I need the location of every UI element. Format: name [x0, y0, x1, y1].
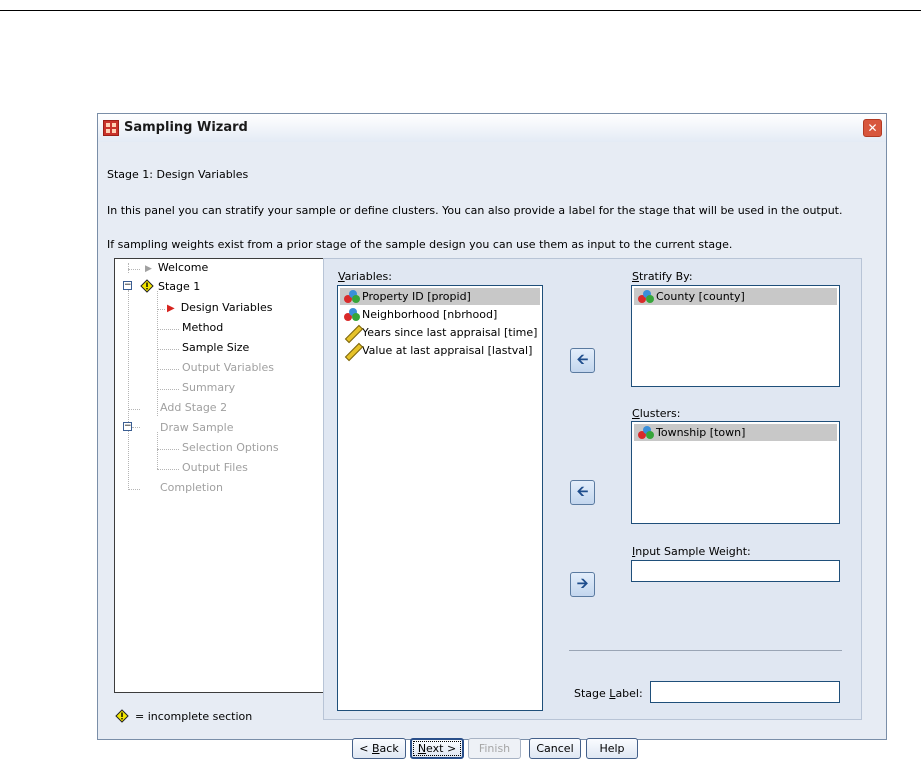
nominal-icon [344, 308, 360, 321]
stage-label-label: Stage Label: [574, 687, 643, 700]
spreadsheet-app-icon [103, 120, 119, 136]
scale-icon [344, 342, 364, 362]
tree-item-selection-options: Selection Options [182, 441, 279, 454]
stage-label-input[interactable] [650, 681, 840, 703]
help-button[interactable]: Help [586, 738, 638, 759]
nominal-icon [638, 290, 654, 303]
stratify-by-label: Stratify By: [632, 270, 693, 283]
tree-item-draw-sample: Draw Sample [160, 421, 234, 434]
separator [569, 650, 842, 651]
list-item[interactable]: Value at last appraisal [lastval] [340, 342, 540, 362]
scale-icon [344, 324, 364, 344]
tree-item-sample-size[interactable]: Sample Size [182, 341, 249, 354]
incomplete-legend: = incomplete section [115, 709, 252, 723]
move-to-weight-button[interactable]: 🡪 [570, 572, 595, 597]
move-to-clusters-button[interactable]: 🡨 [570, 480, 595, 505]
design-variables-panel: Variables: Property ID [propid] Neighbor… [323, 258, 862, 720]
tree-item-output-files: Output Files [182, 461, 248, 474]
weights-note: If sampling weights exist from a prior s… [107, 238, 733, 251]
cancel-button[interactable]: Cancel [529, 738, 581, 759]
collapse-stage1-toggle[interactable]: − [123, 281, 132, 290]
tree-item-design-variables[interactable]: ▶ Design Variables [167, 301, 272, 314]
list-item[interactable]: Neighborhood [nbrhood] [340, 306, 540, 323]
current-step-marker-icon: ▶ [167, 303, 175, 314]
tree-item-completion: Completion [160, 481, 224, 494]
next-button[interactable]: Next > [410, 738, 464, 759]
input-sample-weight-label: Input Sample Weight: [632, 545, 751, 558]
back-button[interactable]: < Back [352, 738, 406, 759]
tree-item-welcome[interactable]: ▶ Welcome [145, 261, 208, 274]
list-item[interactable]: Township [town] [634, 424, 837, 441]
wizard-navigation-tree: ▶ Welcome − Stage 1 ▶ Design Variables Met… [114, 258, 326, 693]
nominal-icon [638, 426, 654, 439]
stage-heading: Stage 1: Design Variables [107, 168, 249, 181]
tree-item-stage1[interactable]: Stage 1 [140, 279, 200, 293]
variables-list[interactable]: Property ID [propid] Neighborhood [nbrho… [337, 285, 543, 711]
dialog-content: Stage 1: Design Variables In this panel … [98, 142, 886, 759]
close-button[interactable]: ✕ [863, 119, 882, 137]
page-rule [0, 10, 921, 11]
tree-item-method[interactable]: Method [182, 321, 223, 334]
stratify-by-list[interactable]: County [county] [631, 285, 840, 387]
tree-item-add-stage2: Add Stage 2 [160, 401, 228, 414]
collapse-draw-sample-toggle[interactable]: − [123, 422, 132, 431]
tree-item-summary: Summary [182, 381, 236, 394]
clusters-list[interactable]: Township [town] [631, 421, 840, 524]
incomplete-warning-icon [140, 279, 154, 293]
nominal-icon [344, 290, 360, 303]
list-item[interactable]: Property ID [propid] [340, 288, 540, 305]
window-title: Sampling Wizard [124, 120, 248, 135]
list-item[interactable]: Years since last appraisal [time] [340, 324, 540, 344]
sampling-wizard-window: Sampling Wizard ✕ Stage 1: Design Variab… [97, 113, 887, 759]
collapsed-arrow-icon: ▶ [145, 264, 152, 274]
variables-label: Variables: [338, 270, 392, 283]
finish-button: Finish [468, 738, 521, 759]
list-item[interactable]: County [county] [634, 288, 837, 305]
input-sample-weight-field[interactable] [631, 560, 840, 582]
clusters-label: Clusters: [632, 407, 681, 420]
tree-item-output-variables: Output Variables [182, 361, 274, 374]
move-to-stratify-button[interactable]: 🡨 [570, 348, 595, 373]
panel-description: In this panel you can stratify your samp… [107, 204, 843, 217]
incomplete-warning-icon [115, 709, 129, 723]
title-bar: Sampling Wizard ✕ [98, 114, 886, 142]
